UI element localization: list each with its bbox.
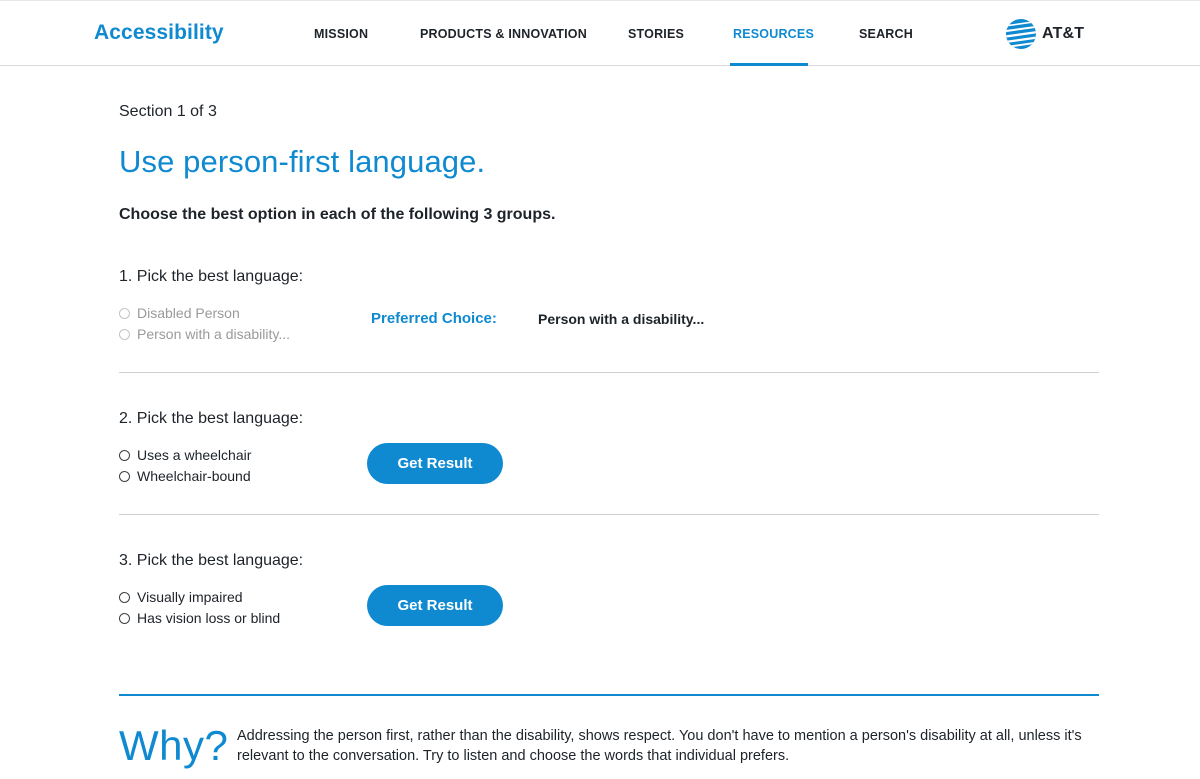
q2-option-uses-wheelchair[interactable]: Uses a wheelchair bbox=[119, 447, 251, 463]
option-label: Wheelchair-bound bbox=[137, 468, 251, 484]
q3-get-result-button[interactable]: Get Result bbox=[367, 585, 503, 626]
att-globe-icon bbox=[1006, 19, 1036, 49]
option-label: Uses a wheelchair bbox=[137, 447, 252, 463]
nav-search[interactable]: SEARCH bbox=[859, 27, 913, 41]
instructions: Choose the best option in each of the fo… bbox=[119, 206, 556, 223]
radio-button[interactable] bbox=[119, 591, 130, 603]
option-label: Has vision loss or blind bbox=[137, 610, 281, 626]
preferred-choice-label: Preferred Choice: bbox=[371, 310, 497, 327]
q3-option-visually-impaired[interactable]: Visually impaired bbox=[119, 589, 243, 605]
brand-link[interactable]: Accessibility bbox=[94, 21, 224, 45]
nav-stories[interactable]: STORIES bbox=[628, 27, 684, 41]
q2-option-wheelchair-bound[interactable]: Wheelchair-bound bbox=[119, 468, 251, 484]
top-navigation-bar: Accessibility MISSION PRODUCTS & INNOVAT… bbox=[0, 0, 1200, 66]
question-3: 3. Pick the best language: bbox=[119, 552, 304, 569]
att-logo[interactable]: AT&T bbox=[1005, 18, 1084, 50]
q1-option-disabled-person: Disabled Person bbox=[119, 305, 240, 321]
q2-get-result-button[interactable]: Get Result bbox=[367, 443, 503, 484]
nav-products-innovation[interactable]: PRODUCTS & INNOVATION bbox=[420, 27, 587, 41]
preferred-choice-value: Person with a disability... bbox=[538, 311, 705, 327]
radio-button bbox=[119, 307, 130, 319]
option-label: Disabled Person bbox=[137, 305, 240, 321]
page-title: Use person-first language. bbox=[119, 144, 486, 179]
question-2: 2. Pick the best language: bbox=[119, 410, 304, 427]
radio-button[interactable] bbox=[119, 449, 130, 461]
question-1: 1. Pick the best language: bbox=[119, 268, 304, 285]
why-explanation: Addressing the person first, rather than… bbox=[237, 728, 1082, 764]
radio-button[interactable] bbox=[119, 612, 130, 624]
option-label: Person with a disability... bbox=[137, 326, 291, 342]
group-divider bbox=[119, 514, 1099, 515]
why-divider bbox=[119, 694, 1099, 696]
radio-button bbox=[119, 328, 130, 340]
nav-mission[interactable]: MISSION bbox=[314, 27, 368, 41]
nav-resources[interactable]: RESOURCES bbox=[733, 27, 814, 41]
active-nav-indicator bbox=[730, 63, 808, 66]
radio-button[interactable] bbox=[119, 470, 130, 482]
why-heading: Why? bbox=[119, 722, 229, 769]
section-counter: Section 1 of 3 bbox=[119, 103, 217, 120]
q3-option-vision-loss[interactable]: Has vision loss or blind bbox=[119, 610, 280, 626]
group-divider bbox=[119, 372, 1099, 373]
q1-option-person-with-disability: Person with a disability... bbox=[119, 326, 290, 342]
option-label: Visually impaired bbox=[137, 589, 243, 605]
att-logo-text: AT&T bbox=[1042, 25, 1085, 42]
